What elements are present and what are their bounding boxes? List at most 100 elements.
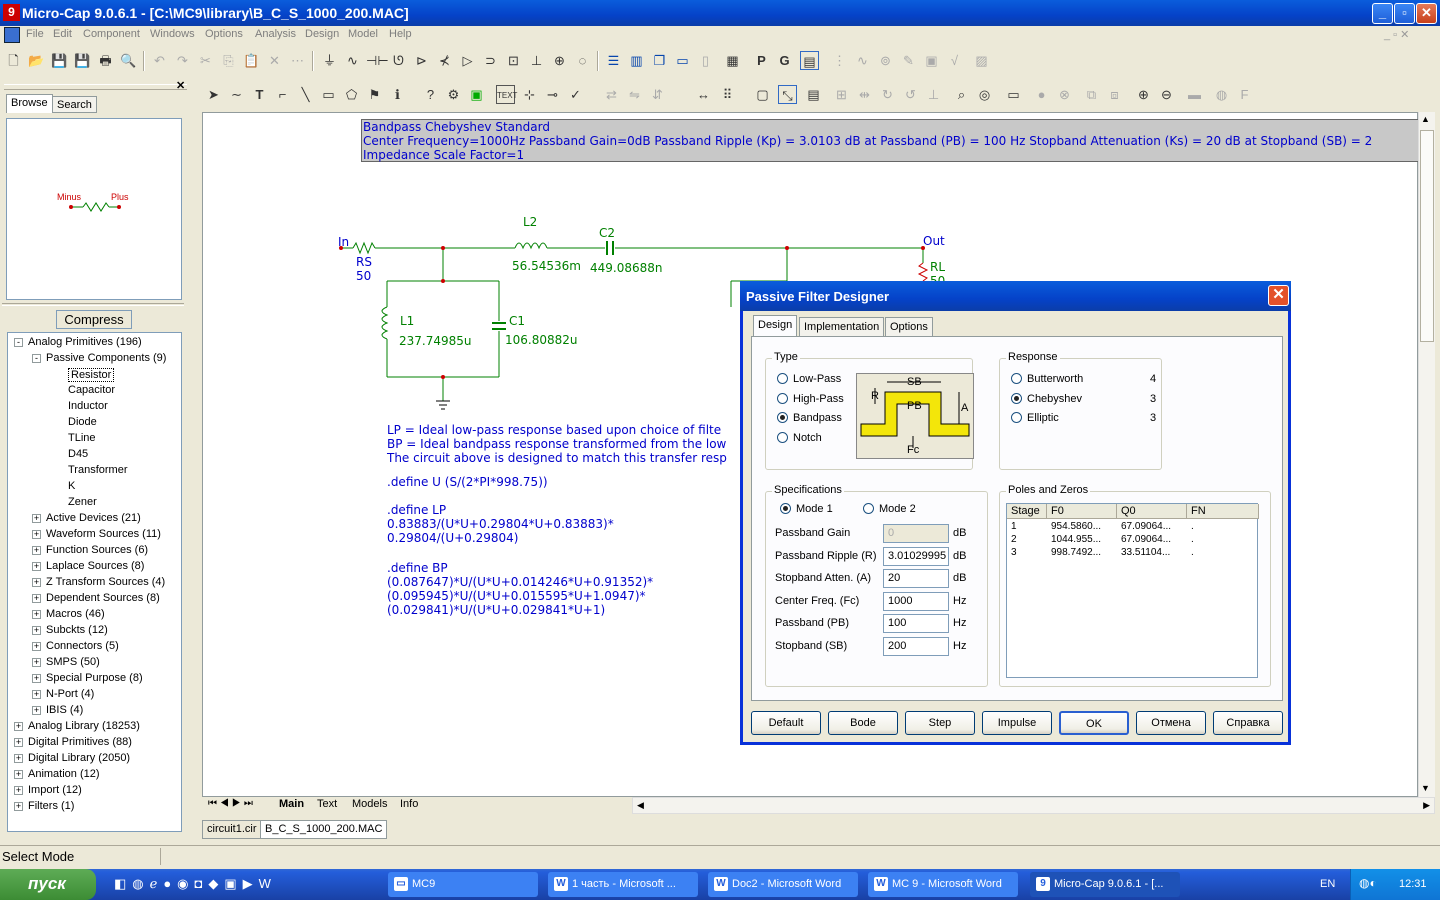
capacitor-icon[interactable]: ⊣⊢: [366, 51, 389, 70]
language-indicator[interactable]: EN: [1320, 878, 1335, 890]
save-icon[interactable]: 💾: [50, 51, 69, 70]
menu-design[interactable]: Design: [305, 28, 339, 40]
tree-expander-icon[interactable]: +: [32, 578, 41, 587]
tree-expander-icon[interactable]: +: [14, 802, 23, 811]
taskbar-item[interactable]: 9 Micro-Cap 9.0.6.1 - [...: [1030, 872, 1180, 897]
poles-header[interactable]: Stage: [1007, 504, 1047, 519]
parts-icon[interactable]: P: [752, 51, 771, 70]
step-button[interactable]: Step: [905, 711, 975, 735]
tree-expander-icon[interactable]: +: [32, 530, 41, 539]
tree-item[interactable]: Zener: [68, 496, 97, 508]
flip-icon[interactable]: ⇵: [648, 85, 667, 104]
cut-icon[interactable]: ✂: [196, 51, 215, 70]
sine-source-icon[interactable]: ◌: [573, 51, 592, 70]
menu-edit[interactable]: Edit: [53, 28, 72, 40]
tree-item[interactable]: Transformer: [68, 464, 128, 476]
cascade-icon[interactable]: ❐: [650, 51, 669, 70]
scroll-down-icon[interactable]: ▼: [1421, 783, 1430, 793]
tree-item[interactable]: Analog Library (18253): [28, 720, 140, 732]
tree-expander-icon[interactable]: +: [14, 786, 23, 795]
file-tab-active[interactable]: B_C_S_1000_200.MAC: [260, 820, 388, 839]
properties-icon[interactable]: ▤: [804, 85, 823, 104]
ungroup-icon[interactable]: ⧈: [1105, 85, 1124, 104]
preview-pane-icon[interactable]: ▤: [800, 51, 819, 70]
tree-expander-icon[interactable]: +: [32, 562, 41, 571]
poles-header[interactable]: F0: [1047, 504, 1117, 519]
copy-icon[interactable]: ⎘: [219, 51, 238, 70]
tree-item[interactable]: Subckts (12): [46, 624, 108, 636]
type-notch-radio[interactable]: [777, 431, 788, 443]
find-icon[interactable]: ⌕: [952, 85, 971, 104]
component-tree[interactable]: - Analog Primitives (196) - Passive Compone…: [7, 332, 182, 832]
scope-icon[interactable]: ⊚: [876, 51, 895, 70]
response-chebyshev-radio[interactable]: [1011, 392, 1022, 404]
app-icon[interactable]: 9: [3, 4, 20, 21]
folder-icon[interactable]: ▬: [1185, 85, 1204, 104]
help-pointer-icon[interactable]: ?: [421, 85, 440, 104]
tree-item[interactable]: Capacitor: [68, 384, 115, 396]
tree-expander-icon[interactable]: -: [32, 354, 41, 363]
menu-analysis[interactable]: Analysis: [255, 28, 296, 40]
window-icon[interactable]: ▭: [673, 51, 692, 70]
resistor-icon[interactable]: ∿: [343, 51, 362, 70]
tree-expander-icon[interactable]: +: [14, 770, 23, 779]
menu-file[interactable]: File: [26, 28, 44, 40]
minimize-button[interactable]: _: [1372, 3, 1393, 24]
tree-item[interactable]: Special Purpose (8): [46, 672, 143, 684]
taskbar-item[interactable]: ▭ MC9: [388, 872, 538, 897]
tree-item[interactable]: Animation (12): [28, 768, 100, 780]
hline-icon[interactable]: ↔: [694, 85, 713, 104]
tree-item[interactable]: Waveform Sources (11): [46, 528, 161, 540]
tree-expander-icon[interactable]: +: [32, 674, 41, 683]
mode2-radio[interactable]: [863, 503, 874, 514]
gate-icon[interactable]: ⊃: [481, 51, 500, 70]
dialog-close-icon[interactable]: ✕: [1268, 285, 1289, 306]
type-high-pass-radio[interactable]: [777, 392, 788, 404]
tab-browse[interactable]: Browse: [6, 94, 53, 113]
tree-item[interactable]: K: [68, 480, 75, 492]
horizontal-scrollbar[interactable]: ◀ ▶: [632, 797, 1435, 814]
graphics-icon[interactable]: ▭: [319, 85, 338, 104]
undo-icon[interactable]: ↶: [150, 51, 169, 70]
tree-item[interactable]: Function Sources (6): [46, 544, 148, 556]
tree-item[interactable]: Passive Components (9): [46, 352, 166, 364]
tree-item[interactable]: D45: [68, 448, 88, 460]
tree-item[interactable]: Macros (46): [46, 608, 105, 620]
taskbar-item[interactable]: W 1 часть - Microsoft ...: [548, 872, 698, 897]
picture-icon[interactable]: ▨: [972, 51, 991, 70]
tree-expander-icon[interactable]: +: [32, 658, 41, 667]
tree-item[interactable]: Inductor: [68, 400, 108, 412]
check-icon[interactable]: ✓: [566, 85, 585, 104]
tree-expander-icon[interactable]: +: [32, 642, 41, 651]
tree-item[interactable]: Import (12): [28, 784, 82, 796]
tree-expander-icon[interactable]: +: [32, 626, 41, 635]
tree-item[interactable]: Diode: [68, 416, 97, 428]
info-icon[interactable]: ℹ: [388, 85, 407, 104]
transistor-icon[interactable]: ⊀: [435, 51, 454, 70]
taskbar-item[interactable]: W Doc2 - Microsoft Word: [708, 872, 858, 897]
text-toggle-icon[interactable]: TEXT: [496, 85, 517, 104]
spec-field[interactable]: 1000: [883, 591, 949, 611]
source-icon[interactable]: ⊕: [550, 51, 569, 70]
tree-item[interactable]: Laplace Sources (8): [46, 560, 144, 572]
calculator-icon[interactable]: ▦: [723, 51, 742, 70]
tree-item[interactable]: SMPS (50): [46, 656, 100, 668]
vertical-scrollbar[interactable]: ▲ ▼: [1418, 112, 1435, 797]
tree-item[interactable]: Digital Library (2050): [28, 752, 130, 764]
tree-item[interactable]: Digital Primitives (88): [28, 736, 132, 748]
sheet-nav-icon[interactable]: ⏮◀▶⏭: [208, 798, 256, 809]
help-button[interactable]: Справка: [1213, 711, 1283, 735]
tree-expander-icon[interactable]: +: [32, 514, 41, 523]
scroll-right-icon[interactable]: ▶: [1423, 800, 1430, 811]
cursor-icon[interactable]: ⤡: [778, 85, 797, 104]
align-icon[interactable]: ⊞: [832, 85, 851, 104]
flip-v-icon[interactable]: ⊥: [924, 85, 943, 104]
spec-field[interactable]: 200: [883, 637, 949, 656]
menu-model[interactable]: Model: [348, 28, 378, 40]
sheet-tab-main[interactable]: Main: [279, 798, 304, 810]
menu-help[interactable]: Help: [389, 28, 412, 40]
impulse-button[interactable]: Impulse: [982, 711, 1052, 735]
menu-options[interactable]: Options: [205, 28, 243, 40]
redo-icon[interactable]: ↷: [173, 51, 192, 70]
diode-icon[interactable]: ⊳: [412, 51, 431, 70]
